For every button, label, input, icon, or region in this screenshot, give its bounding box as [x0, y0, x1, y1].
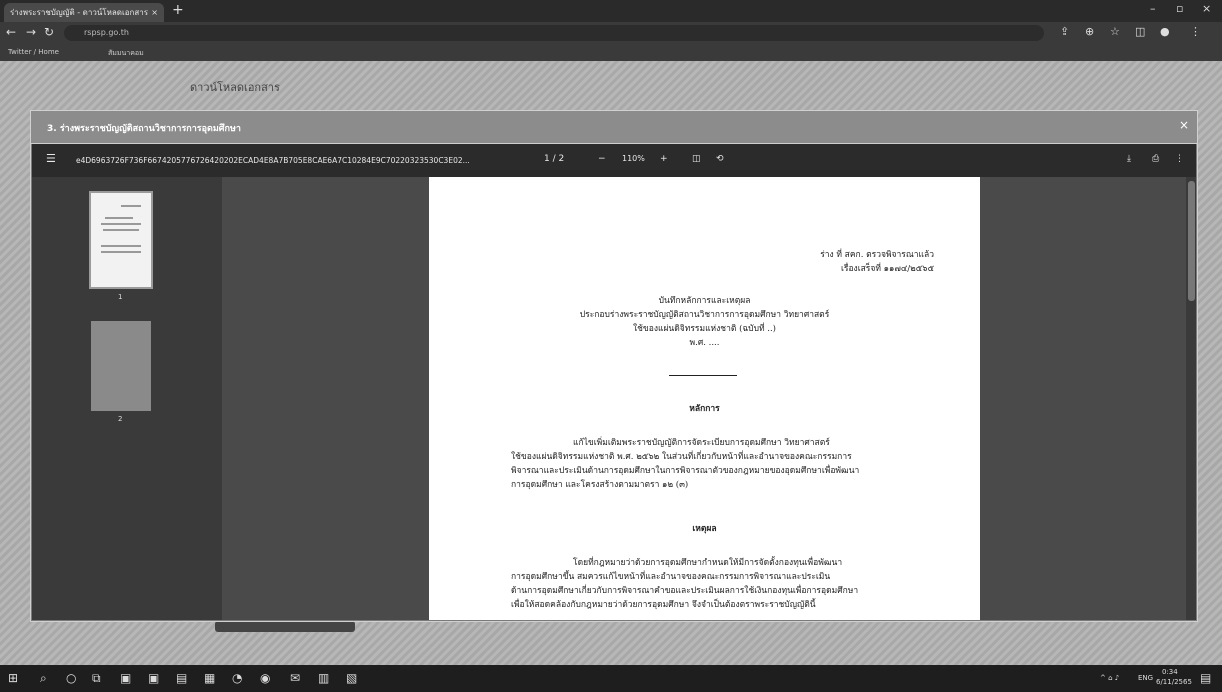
pdf-scrollbar[interactable] [1186, 177, 1196, 620]
page-indicator[interactable]: 1 / 2 [544, 154, 564, 164]
page-heading: ดาวน์โหลดเอกสาร [190, 81, 280, 94]
url-text: rspsp.go.th [84, 28, 129, 37]
doc-paragraph-line: การอุดมศึกษา และโครงสร้างตามมาตรา ๑๒ (๓) [511, 480, 689, 490]
doc-paragraph-line: ใช้ของแผ่นดิจิทรรมแห่งชาติ พ.ศ. ๒๕๖๒ ในส… [511, 452, 852, 462]
bookmarks-bar: Twitter / Home สัมมนาคอม [0, 44, 1222, 61]
pdf-filename: e4D6963726F736F6674205776726420202ECAD4E… [76, 156, 470, 165]
back-icon[interactable]: ← [6, 25, 16, 39]
taskbar-app-icon[interactable]: ◔ [232, 671, 242, 685]
notification-icon[interactable]: ▤ [1200, 671, 1211, 685]
zoom-level[interactable]: 110% [622, 154, 645, 163]
bookmark-item[interactable]: Twitter / Home [8, 48, 59, 56]
clock-date[interactable]: 6/11/2565 [1156, 678, 1192, 686]
doc-title-line: ใช้ของแผ่นดิจิทรรมแห่งชาติ (ฉบับที่ ..) [632, 324, 776, 334]
doc-paragraph-line: พิจารณาและประเมินด้านการอุดมศึกษาในการพิ… [511, 466, 860, 476]
language-indicator[interactable]: ENG [1138, 674, 1153, 682]
doc-paragraph-line: โดยที่กฎหมายว่าด้วยการอุดมศึกษากำหนดให้ม… [573, 558, 843, 568]
doc-paragraph-line: การอุดมศึกษาขึ้น สมควรแก้ไขหน้าที่และอำน… [511, 572, 831, 582]
profile-avatar-icon[interactable]: ● [1160, 25, 1170, 38]
pdf-toolbar: ☰ e4D6963726F736F6674205776726420202ECAD… [32, 144, 1196, 177]
modal-header: 3. ร่างพระราชบัญญัติสถานวิชาการการอุดมศึ… [31, 111, 1197, 144]
taskbar-app-icon[interactable]: ▧ [346, 671, 357, 685]
doc-title-line: พ.ศ. .... [689, 338, 720, 348]
rotate-icon[interactable]: ⟲ [716, 154, 724, 164]
tray-icons[interactable]: ^ ⌂ ♪ [1100, 674, 1119, 682]
download-icon[interactable]: ⤓ [1127, 154, 1131, 164]
fit-page-icon[interactable]: ◫ [692, 154, 701, 164]
maximize-icon[interactable]: ▫ [1176, 2, 1183, 15]
tab-close-icon[interactable]: × [151, 3, 158, 22]
start-icon[interactable]: ⊞ [8, 671, 18, 685]
search-icon[interactable]: ⌕ [40, 671, 47, 686]
address-bar[interactable]: rspsp.go.th [64, 25, 1044, 41]
doc-header-line: เรื่องเสร็จที่ ๑๑๗๔/๒๕๖๕ [840, 264, 934, 274]
zoom-out-button[interactable]: − [598, 154, 606, 164]
cortana-icon[interactable]: ○ [66, 671, 76, 685]
taskbar-app-icon[interactable]: ▣ [120, 671, 131, 685]
taskbar-app-icon[interactable]: ▦ [204, 671, 215, 685]
taskbar-app-icon[interactable]: ✉ [290, 671, 300, 685]
modal-close-icon[interactable]: × [1179, 118, 1189, 132]
browser-toolbar: ← → ↻ rspsp.go.th ⇪ ⊕ ☆ ◫ ● ⋮ [0, 22, 1222, 44]
taskbar-app-icon[interactable]: ▣ [148, 671, 159, 685]
window-close-icon[interactable]: × [1202, 2, 1211, 15]
reload-icon[interactable]: ↻ [44, 25, 54, 39]
puzzle-icon[interactable]: ◫ [1135, 25, 1145, 38]
taskbar-app-icon[interactable]: ▥ [318, 671, 329, 685]
new-tab-button[interactable]: + [172, 2, 184, 18]
section-heading: เหตุผล [692, 524, 717, 534]
document-modal: 3. ร่างพระราชบัญญัติสถานวิชาการการอุดมศึ… [30, 110, 1198, 622]
modal-title: 3. ร่างพระราชบัญญัติสถานวิชาการการอุดมศึ… [47, 124, 241, 134]
pdf-page: ร่าง ที่ สคก. ตรวจพิจารณาแล้ว เรื่องเสร็… [429, 177, 980, 620]
print-icon[interactable]: ⎙ [1152, 154, 1159, 164]
star-icon[interactable]: ☆ [1110, 25, 1120, 38]
doc-title-line: บันทึกหลักการและเหตุผล [658, 296, 751, 306]
extension-icon[interactable]: ⊕ [1085, 25, 1094, 38]
divider-rule [669, 375, 737, 376]
zoom-in-button[interactable]: + [660, 154, 668, 164]
pdf-viewer: ☰ e4D6963726F736F6674205776726420202ECAD… [32, 144, 1196, 620]
doc-paragraph-line: เพื่อให้สอดคล้องกับกฎหมายว่าด้วยการอุดมศ… [511, 600, 816, 610]
windows-taskbar: ⊞ ⌕ ○ ⧉ ▣ ▣ ▤ ▦ ◔ ◉ ✉ ▥ ▧ ^ ⌂ ♪ ENG 0:34… [0, 665, 1222, 692]
tab-title: ร่างพระราชบัญญัติ - ดาวน์โหลดเอกสาร [10, 8, 149, 17]
browser-tab[interactable]: ร่างพระราชบัญญัติ - ดาวน์โหลดเอกสาร × [4, 3, 164, 22]
share-icon[interactable]: ⇪ [1060, 25, 1069, 38]
more-options-icon[interactable]: ⋮ [1175, 154, 1184, 164]
taskbar-app-icon[interactable]: ◉ [260, 671, 270, 685]
thumbnail-label: 2 [118, 415, 123, 423]
bookmark-item[interactable]: สัมมนาคอม [108, 48, 144, 59]
doc-paragraph-line: แก้ไขเพิ่มเติมพระราชบัญญัติการจัดระเบียบ… [573, 438, 830, 448]
thumbnail-label: 1 [118, 293, 123, 301]
section-heading: หลักการ [689, 404, 720, 414]
clock-time[interactable]: 0:34 [1162, 668, 1178, 676]
thumbnail-sidebar: 1 2 [32, 177, 222, 620]
forward-icon[interactable]: → [26, 25, 36, 39]
menu-icon[interactable]: ⋮ [1190, 25, 1201, 38]
page-thumbnail[interactable] [89, 191, 153, 289]
doc-title-line: ประกอบร่างพระราชบัญญัติสถานวิชาการการอุด… [579, 310, 830, 320]
sidebar-toggle-icon[interactable]: ☰ [46, 152, 56, 165]
taskbar-app-icon[interactable]: ▤ [176, 671, 187, 685]
page-button[interactable] [215, 621, 355, 632]
browser-tab-bar: ร่างพระราชบัญญัติ - ดาวน์โหลดเอกสาร × + … [0, 0, 1222, 22]
task-view-icon[interactable]: ⧉ [92, 671, 101, 686]
page-thumbnail[interactable] [91, 321, 151, 411]
scrollbar-thumb[interactable] [1188, 181, 1195, 301]
minimize-icon[interactable]: – [1150, 2, 1156, 15]
doc-paragraph-line: ด้านการอุดมศึกษาเกี่ยวกับการพิจารณาคำขอแ… [511, 586, 859, 596]
doc-header-line: ร่าง ที่ สคก. ตรวจพิจารณาแล้ว [820, 250, 934, 260]
